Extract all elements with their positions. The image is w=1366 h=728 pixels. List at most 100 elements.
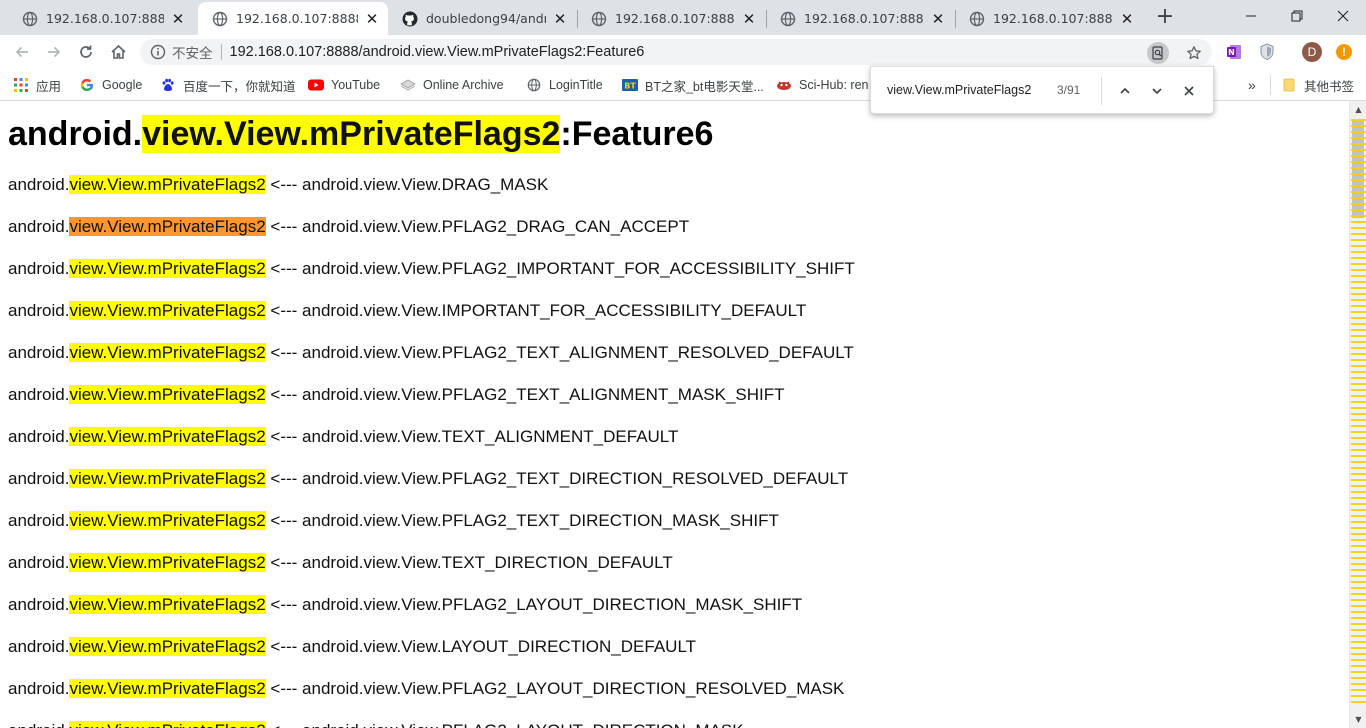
reference-line: android.view.View.mPrivateFlags2 <--- an… — [8, 468, 848, 489]
avatar-initial: D — [1307, 45, 1317, 59]
line-prefix: android. — [8, 679, 70, 698]
apps-grid-icon — [13, 77, 29, 93]
close-icon[interactable]: ✕ — [930, 11, 946, 27]
line-target: android.view.View.PFLAG2_LAYOUT_DIRECTIO… — [302, 595, 803, 614]
other-bookmarks-label: 其他书签 — [1304, 79, 1355, 94]
line-target: android.view.View.LAYOUT_DIRECTION_DEFAU… — [302, 637, 697, 656]
bookmark-google[interactable]: Google — [79, 75, 142, 95]
reference-line: android.view.View.mPrivateFlags2 <--- an… — [8, 174, 548, 195]
archive-icon — [400, 77, 416, 93]
line-arrow: <--- — [270, 637, 298, 656]
vertical-scrollbar[interactable]: ▲ ▼ — [1349, 101, 1366, 728]
globe-icon — [969, 11, 985, 27]
baidu-paw-icon — [160, 77, 176, 93]
other-bookmarks[interactable]: 其他书签 — [1281, 75, 1354, 95]
bookmark-label: BT之家_bt电影天堂... — [645, 79, 764, 94]
line-arrow: <--- — [270, 553, 298, 572]
line-arrow: <--- — [270, 259, 298, 278]
search-highlight: view.View.mPrivateFlags2 — [69, 511, 266, 530]
find-close-icon[interactable] — [1177, 79, 1201, 103]
forward-icon[interactable] — [41, 39, 67, 65]
scroll-down-icon[interactable]: ▼ — [1350, 711, 1366, 728]
youtube-icon — [308, 77, 324, 93]
line-target: android.view.View.DRAG_MASK — [302, 175, 549, 194]
home-icon[interactable] — [105, 39, 131, 65]
bookmark-youtube[interactable]: YouTube — [308, 75, 380, 95]
avatar[interactable]: D — [1300, 40, 1324, 64]
tab-active[interactable]: 192.168.0.107:8888/and ✕ — [198, 2, 388, 35]
find-previous-icon[interactable] — [1113, 79, 1137, 103]
onenote-icon[interactable]: N — [1222, 40, 1246, 64]
bookmark-star-icon[interactable] — [1183, 42, 1205, 64]
title-suffix: :Feature6 — [560, 115, 714, 153]
update-icon[interactable]: ! — [1332, 40, 1356, 64]
reference-line: android.view.View.mPrivateFlags2 <--- an… — [8, 384, 785, 405]
close-icon[interactable]: ✕ — [170, 11, 186, 27]
back-icon[interactable] — [9, 39, 35, 65]
reload-icon[interactable] — [73, 39, 99, 65]
bookmark-baidu[interactable]: 百度一下，你就知道 — [160, 75, 296, 95]
find-divider — [1101, 77, 1102, 105]
reference-line: android.view.View.mPrivateFlags2 <--- an… — [8, 426, 678, 447]
tab-strip: 192.168.0.107:8888/and ✕ 192.168.0.107:8… — [0, 0, 1366, 35]
minimize-icon[interactable] — [1228, 2, 1274, 30]
search-highlight: view.View.mPrivateFlags2 — [69, 385, 266, 404]
close-icon[interactable]: ✕ — [552, 11, 568, 27]
reference-line: android.view.View.mPrivateFlags2 <--- an… — [8, 300, 806, 321]
line-prefix: android. — [8, 511, 70, 530]
shield-icon[interactable] — [1255, 40, 1279, 64]
search-highlight: view.View.mPrivateFlags2 — [69, 721, 266, 728]
line-arrow: <--- — [270, 301, 298, 320]
reference-line: android.view.View.mPrivateFlags2 <--- an… — [8, 216, 689, 237]
line-target: android.view.View.TEXT_ALIGNMENT_DEFAULT — [302, 427, 679, 446]
close-icon[interactable]: ✕ — [1119, 11, 1135, 27]
bookmark-label: LoginTitle — [549, 78, 603, 92]
scihub-icon — [776, 77, 792, 93]
reference-line: android.view.View.mPrivateFlags2 <--- an… — [8, 636, 696, 657]
bookmarks-overflow-icon[interactable]: » — [1248, 75, 1256, 95]
search-highlight: view.View.mPrivateFlags2 — [69, 343, 266, 362]
window-close-icon[interactable] — [1320, 2, 1366, 30]
info-icon[interactable] — [148, 42, 168, 62]
search-highlight: view.View.mPrivateFlags2 — [69, 469, 266, 488]
apps-shortcut[interactable]: 应用 — [13, 75, 61, 95]
url-text[interactable]: 192.168.0.107:8888/android.view.View.mPr… — [230, 44, 645, 60]
close-icon[interactable]: ✕ — [364, 11, 380, 27]
find-input[interactable]: view.View.mPrivateFlags2 — [887, 83, 1031, 97]
close-icon[interactable]: ✕ — [741, 11, 757, 27]
tab[interactable]: 192.168.0.107:8888/and ✕ — [766, 2, 954, 35]
tab[interactable]: doubledong94/android ✕ — [388, 2, 576, 35]
line-prefix: android. — [8, 259, 70, 278]
new-tab-button[interactable]: + — [1153, 6, 1177, 30]
bookmark-logintitle[interactable]: LoginTitle — [526, 75, 603, 95]
find-in-page-icon[interactable] — [1147, 42, 1169, 64]
tab-title: 192.168.0.107:8888/and — [804, 11, 924, 26]
tab[interactable]: 192.168.0.107:8888/and ✕ — [577, 2, 765, 35]
bookmark-bt[interactable]: BT BT之家_bt电影天堂... — [622, 75, 764, 95]
scroll-up-icon[interactable]: ▲ — [1350, 101, 1366, 118]
bookmark-online-archive[interactable]: Online Archive — [400, 75, 504, 95]
find-next-icon[interactable] — [1145, 79, 1169, 103]
line-target: android.view.View.PFLAG2_TEXT_ALIGNMENT_… — [302, 385, 785, 404]
tab[interactable]: 192.168.0.107:8888/and ✕ — [8, 2, 194, 35]
search-highlight-current: view.View.mPrivateFlags2 — [69, 217, 266, 236]
restore-icon[interactable] — [1274, 2, 1320, 30]
search-highlight: view.View.mPrivateFlags2 — [142, 115, 561, 153]
line-prefix: android. — [8, 385, 70, 404]
line-arrow: <--- — [270, 217, 298, 236]
line-target: android.view.View.PFLAG2_IMPORTANT_FOR_A… — [302, 259, 855, 278]
tab[interactable]: 192.168.0.107:8888/and ✕ — [955, 2, 1143, 35]
reference-line: android.view.View.mPrivateFlags2 <--- an… — [8, 678, 844, 699]
bt-icon: BT — [622, 77, 638, 93]
reference-line: android.view.View.mPrivateFlags2 <--- an… — [8, 552, 673, 573]
line-arrow: <--- — [270, 175, 298, 194]
bookmark-scihub[interactable]: Sci-Hub: ren — [776, 75, 868, 95]
google-icon — [79, 77, 95, 93]
bookmarks-divider — [1270, 75, 1271, 95]
address-bar[interactable]: 不安全 192.168.0.107:8888/android.view.View… — [140, 39, 1212, 65]
search-highlight: view.View.mPrivateFlags2 — [69, 595, 266, 614]
tab-title: 192.168.0.107:8888/and — [46, 11, 164, 26]
search-highlight: view.View.mPrivateFlags2 — [69, 175, 266, 194]
line-arrow: <--- — [270, 385, 298, 404]
reference-line: android.view.View.mPrivateFlags2 <--- an… — [8, 342, 854, 363]
